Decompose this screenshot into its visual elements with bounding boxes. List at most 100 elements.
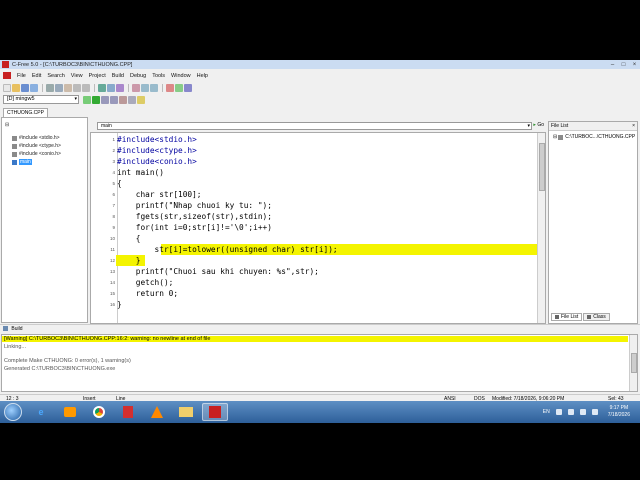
code-text: char str[100]; (117, 190, 202, 199)
menu-window[interactable]: Window (168, 73, 194, 79)
editor-scrollbar[interactable] (537, 133, 545, 323)
code-line[interactable]: 1 #include<stdio.h> (91, 134, 537, 145)
minimize-button[interactable]: – (607, 61, 618, 69)
line-number: 16 (109, 302, 115, 307)
media-player-icon[interactable] (57, 403, 83, 421)
build-scrollbar[interactable] (629, 335, 637, 391)
code-line[interactable]: 7 printf("Nhap chuoi ky tu: "); (91, 200, 537, 211)
flag-icon[interactable] (591, 409, 598, 415)
build-warning-line[interactable]: [Warning] C:\TURBOC3\BIN\CTHUONG.CPP:16:… (2, 336, 628, 342)
rebuild-icon[interactable] (110, 95, 118, 104)
line-number: 4 (112, 170, 115, 175)
menu-search[interactable]: Search (44, 73, 67, 79)
outdent-icon[interactable] (150, 83, 158, 92)
build-icon[interactable] (101, 95, 109, 104)
compiler-select[interactable]: [D] mingw5 ▾ (3, 95, 79, 104)
code-line-highlighted[interactable]: 11 str[i]=tolower((unsigned char) str[i]… (91, 244, 537, 255)
tab-cthuong[interactable]: CTHUONG.CPP (3, 108, 48, 117)
tree-item-include[interactable]: #include <ctype.h> (12, 143, 61, 149)
close-icon[interactable]: × (632, 122, 635, 131)
code-line[interactable]: 8 fgets(str,sizeof(str),stdin); (91, 211, 537, 222)
code-text: #include<conio.h> (117, 157, 197, 166)
replace-icon[interactable] (107, 83, 115, 92)
language-indicator[interactable]: EN (543, 409, 550, 415)
indent-icon[interactable] (141, 83, 149, 92)
code-line[interactable]: 6 char str[100]; (91, 189, 537, 200)
find-icon[interactable] (98, 83, 106, 92)
redo-icon[interactable] (82, 83, 90, 92)
tree-root[interactable]: ⊟ (5, 122, 10, 128)
code-line[interactable]: 15 return 0; (91, 288, 537, 299)
line-number: 3 (112, 159, 115, 164)
network-icon[interactable] (567, 409, 574, 415)
chrome-icon[interactable] (86, 403, 112, 421)
new-file-icon[interactable] (3, 83, 11, 92)
speaker-icon[interactable] (579, 409, 586, 415)
minus-icon[interactable]: ⊟ (553, 134, 557, 140)
undo-icon[interactable] (73, 83, 81, 92)
maximize-button[interactable]: □ (618, 61, 629, 69)
tray-arrow-icon[interactable] (555, 409, 562, 415)
code-text: getch(); (117, 278, 174, 287)
menu-help[interactable]: Help (194, 73, 211, 79)
internet-explorer-icon[interactable]: e (28, 403, 54, 421)
close-button[interactable]: × (629, 61, 640, 69)
code-line[interactable]: 2 #include<ctype.h> (91, 145, 537, 156)
code-line[interactable]: 10 { (91, 233, 537, 244)
function-select[interactable]: main ▾ (97, 122, 532, 130)
save-icon[interactable] (21, 83, 29, 92)
menu-build[interactable]: Build (109, 73, 127, 79)
format-icon[interactable] (184, 83, 192, 92)
code-line[interactable]: 13 printf("Chuoi sau khi chuyen: %s",str… (91, 266, 537, 277)
build-panel-header[interactable]: Build (0, 324, 640, 333)
code-line[interactable]: 4 int main() (91, 167, 537, 178)
clock[interactable]: 9:17 PM 7/18/2026 (608, 405, 630, 419)
open-folder-icon[interactable] (12, 83, 20, 92)
menu-debug[interactable]: Debug (127, 73, 149, 79)
code-line[interactable]: 5{ (91, 178, 537, 189)
menu-view[interactable]: View (68, 73, 86, 79)
menu-file[interactable]: File (14, 73, 29, 79)
run-icon[interactable] (92, 95, 100, 104)
file-explorer-icon[interactable] (173, 403, 199, 421)
pdf-reader-icon[interactable] (115, 403, 141, 421)
code-line[interactable]: 14 getch(); (91, 277, 537, 288)
tab-class[interactable]: Class (583, 313, 610, 321)
chevron-down-icon: ▾ (74, 96, 77, 102)
start-button[interactable] (4, 403, 22, 421)
scrollbar-thumb[interactable] (539, 143, 545, 191)
find-in-files-icon[interactable] (116, 83, 124, 92)
tree-item-include[interactable]: #include <stdio.h> (12, 135, 60, 141)
cut-icon[interactable] (46, 83, 54, 92)
uncomment-icon[interactable] (175, 83, 183, 92)
scrollbar-thumb[interactable] (631, 353, 637, 373)
code-editor[interactable]: 1 #include<stdio.h> 2 #include<ctype.h> 3 #… (90, 132, 546, 324)
code-line[interactable]: 9 for(int i=0;str[i]!='\0';i++) (91, 222, 537, 233)
tree-item-main[interactable]: main (12, 159, 32, 165)
code-line-current[interactable]: 12 } (91, 255, 537, 266)
menu-project[interactable]: Project (86, 73, 109, 79)
file-list-item[interactable]: ⊟ C:\TURBOC...\CTHUONG.CPP (549, 134, 637, 140)
copy-icon[interactable] (55, 83, 63, 92)
code-line[interactable]: 16} (91, 299, 537, 310)
go-button[interactable]: ▸ Go (533, 122, 544, 128)
save-all-icon[interactable] (30, 83, 38, 92)
menu-edit[interactable]: Edit (29, 73, 44, 79)
document-icon[interactable] (3, 72, 11, 79)
menu-tools[interactable]: Tools (149, 73, 168, 79)
bulb-icon[interactable] (137, 95, 145, 104)
paste-icon[interactable] (64, 83, 72, 92)
tree-item-include[interactable]: #include <conio.h> (12, 151, 61, 157)
cfree-taskbar-icon[interactable] (202, 403, 228, 421)
comment-icon[interactable] (166, 83, 174, 92)
vlc-icon[interactable] (144, 403, 170, 421)
debug-icon[interactable] (128, 95, 136, 104)
stop-icon[interactable] (119, 95, 127, 104)
build-output[interactable]: [Warning] C:\TURBOC3\BIN\CTHUONG.CPP:16:… (1, 334, 638, 392)
bookmark-icon[interactable] (132, 83, 140, 92)
minus-icon[interactable]: ⊟ (5, 122, 9, 128)
code-line[interactable]: 3 #include<conio.h> (91, 156, 537, 167)
compile-icon[interactable] (83, 95, 91, 104)
tab-file-list[interactable]: File List (551, 313, 583, 321)
line-number: 2 (112, 148, 115, 153)
